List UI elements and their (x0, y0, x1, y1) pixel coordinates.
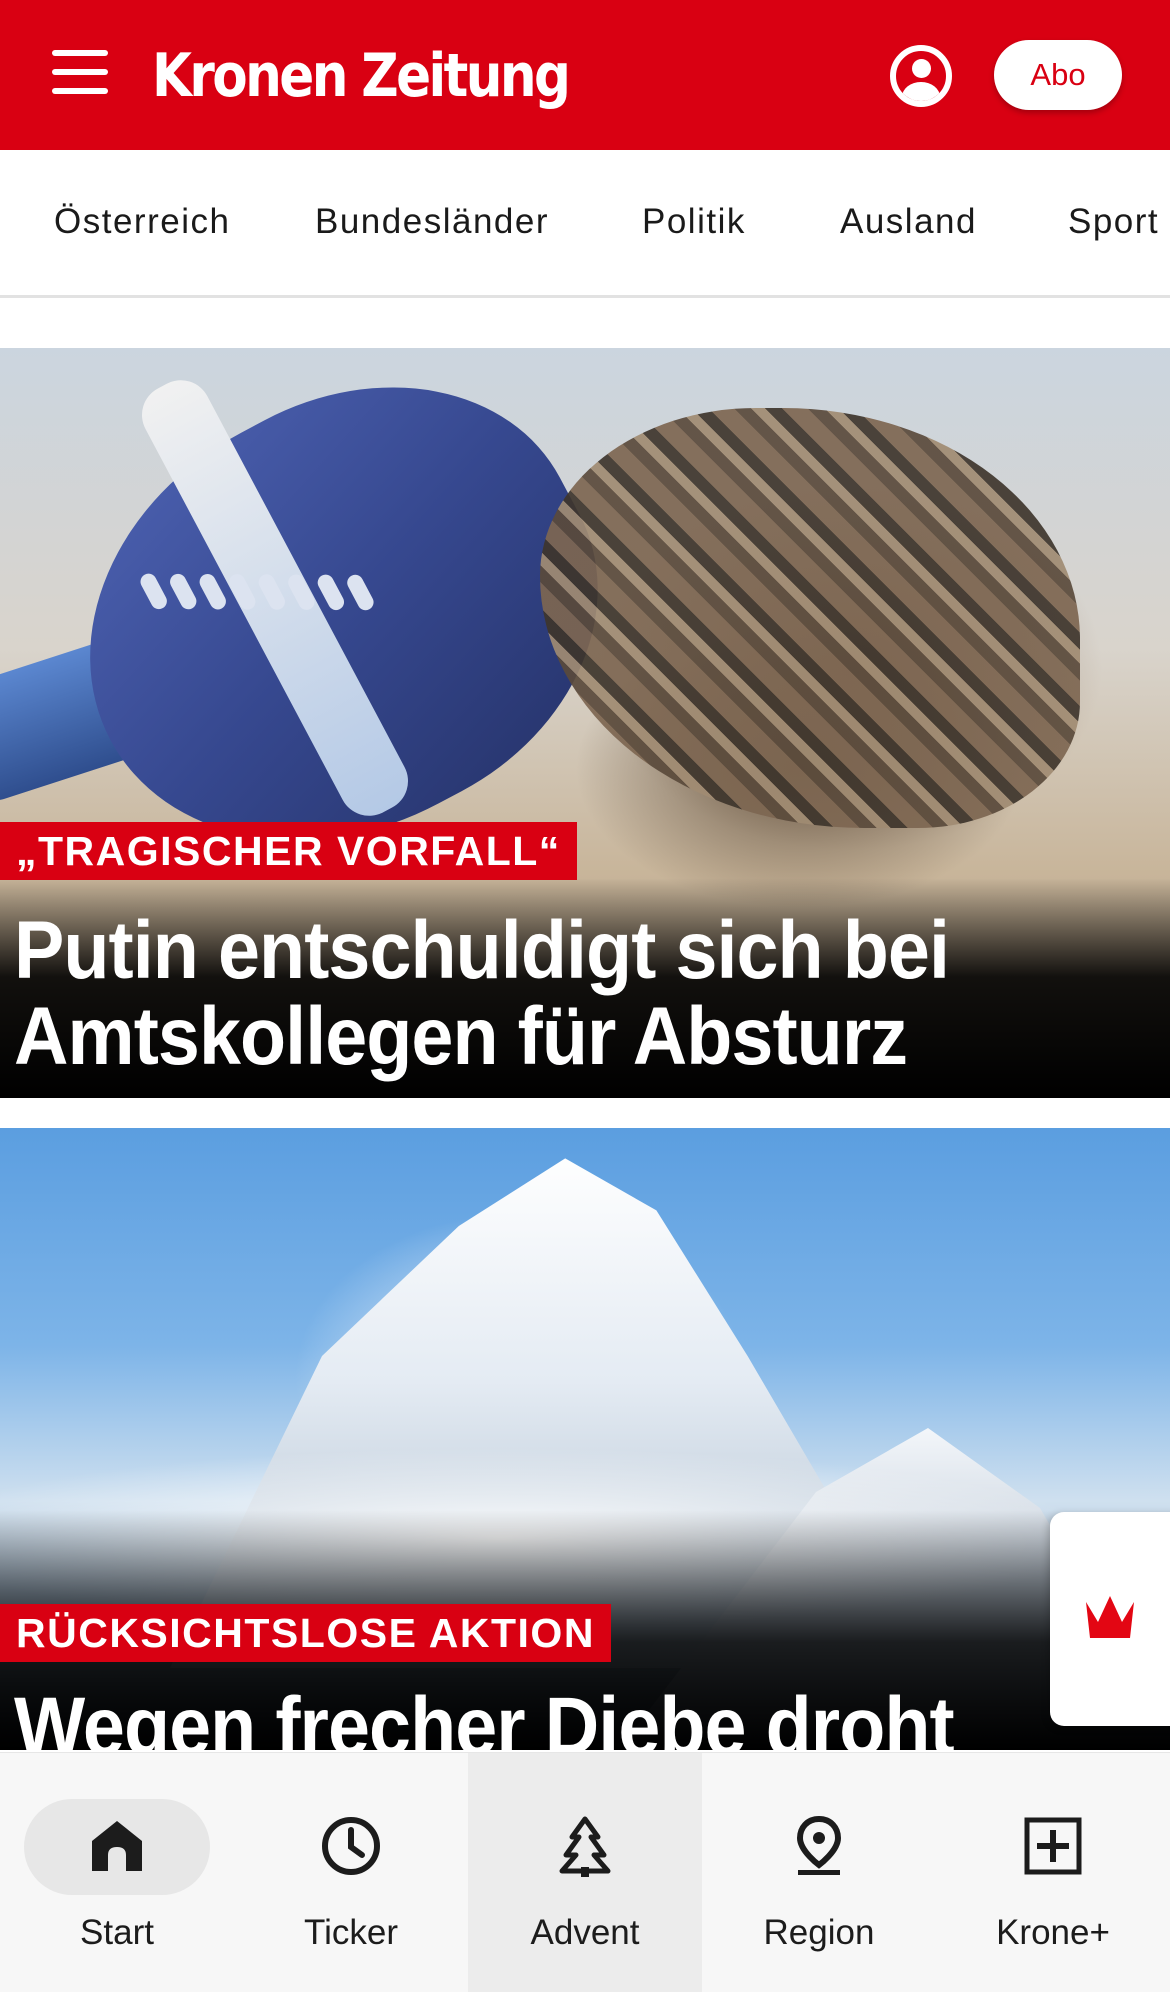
bottom-tab-bar: Start Ticker Advent Region Krone+ (0, 1752, 1170, 1992)
tab-advent[interactable]: Advent (468, 1753, 702, 1992)
menu-icon[interactable] (52, 50, 116, 100)
krone-crown-icon (1086, 1596, 1134, 1638)
user-account-icon[interactable] (890, 45, 952, 107)
tree-icon (559, 1816, 611, 1877)
tab-label: Advent (530, 1913, 640, 1952)
category-oesterreich[interactable]: Österreich (54, 202, 230, 242)
tab-ticker[interactable]: Ticker (234, 1753, 468, 1992)
tab-label: Start (80, 1913, 154, 1952)
category-nav: Österreich Bundesländer Politik Ausland … (0, 150, 1170, 298)
tab-label: Region (763, 1913, 875, 1952)
home-icon (92, 1821, 142, 1871)
article-headline[interactable]: Putin entschuldigt sich bei Amtskollegen… (14, 908, 1054, 1080)
article-kicker: „TRAGISCHER VORFALL“ (0, 822, 577, 880)
article-card[interactable]: RÜCKSICHTSLOSE AKTION Wegen frecher Dieb… (0, 1128, 1170, 1750)
tab-label: Krone+ (996, 1913, 1110, 1952)
article-headline[interactable]: Wegen frecher Diebe droht (14, 1684, 1054, 1751)
tab-start[interactable]: Start (0, 1753, 234, 1992)
brand-logo[interactable]: Kronen Zeitung (152, 36, 571, 116)
category-bundeslaender[interactable]: Bundesländer (315, 202, 549, 242)
tab-kroneplus[interactable]: Krone+ (936, 1753, 1170, 1992)
clock-icon (322, 1817, 380, 1875)
category-sport[interactable]: Sport (1068, 202, 1159, 242)
krone-floating-button[interactable] (1050, 1512, 1170, 1726)
category-ausland[interactable]: Ausland (840, 202, 977, 242)
article-kicker: RÜCKSICHTSLOSE AKTION (0, 1604, 611, 1662)
location-pin-icon (796, 1815, 842, 1875)
category-politik[interactable]: Politik (642, 202, 746, 242)
plus-box-icon (1024, 1817, 1082, 1875)
top-header: Kronen Zeitung Abo (0, 0, 1170, 150)
abo-button[interactable]: Abo (994, 40, 1122, 110)
article-card[interactable]: „TRAGISCHER VORFALL“ Putin entschuldigt … (0, 348, 1170, 1098)
tab-region[interactable]: Region (702, 1753, 936, 1992)
tab-label: Ticker (304, 1913, 398, 1952)
